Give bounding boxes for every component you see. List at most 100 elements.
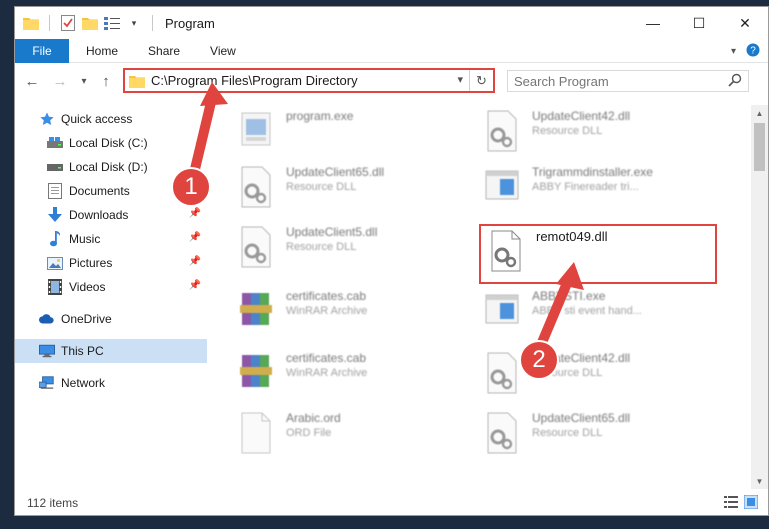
file-name: certificates.cab [286,289,367,303]
archive-icon [236,289,276,333]
file-item[interactable]: Trigrammdinstaller.exe ABBY Finereader tr… [482,165,722,217]
address-bar[interactable]: C:\Program Files\Program Directory ▾ ↻ [123,68,495,93]
file-name: ABBYSTI.exe [532,289,606,303]
window-title: Program [165,15,215,31]
file-item[interactable]: UpdateClient42.dll Resource DLL [482,109,722,161]
search-input[interactable] [514,72,724,90]
download-icon [47,207,63,223]
navigation-bar: ← → ▾ ↑ C:\Program Files\Program Directo… [15,65,768,97]
file-name: UpdateClient42.dll [532,351,631,365]
minimize-button[interactable]: — [630,7,676,39]
file-name: UpdateClient5.dll [286,225,378,239]
recent-locations-icon[interactable]: ▾ [73,70,95,92]
scrollbar-thumb[interactable] [754,123,765,171]
sidebar-item-network[interactable]: Network [15,371,207,395]
file-item[interactable]: UpdateClient65.dll Resource DLL [482,411,722,463]
dll-icon [236,165,276,209]
dll-icon [482,109,522,153]
dll-icon [482,351,522,395]
pictures-icon [47,255,63,271]
title-bar: ▾ Program — ☐ ✕ [15,7,768,39]
tab-file[interactable]: File [15,38,69,63]
file-item[interactable]: Arabic.ord ORD File [236,411,476,463]
file-name: remot049.dll [536,229,608,244]
file-name: certificates.cab [286,351,367,365]
close-button[interactable]: ✕ [722,7,768,39]
cloud-icon [39,311,55,327]
properties-icon[interactable] [60,15,76,31]
exe-icon [236,109,276,153]
sidebar-item-videos[interactable]: Videos 📌 [15,275,207,299]
sidebar-item-local-disk-c[interactable]: Local Disk (C:) [15,131,207,155]
pin-icon[interactable]: 📌 [189,208,201,219]
arrow-left-icon[interactable]: ← [21,70,43,92]
videos-icon [47,279,63,295]
sidebar-item-quick-access[interactable]: Quick access [15,107,207,131]
arrow-right-icon[interactable]: → [49,70,71,92]
sidebar-item-label: This PC [61,344,104,358]
expand-ribbon-icon[interactable]: ▾ [731,46,736,57]
sidebar-item-label: Music [69,232,101,246]
item-count: 112 items [27,496,79,510]
status-bar: 112 items [15,491,768,515]
chevron-down-icon[interactable]: ▾ [457,73,463,86]
tab-view[interactable]: View [195,44,251,58]
file-item-remot049-dll[interactable]: remot049.dll [486,229,726,281]
sidebar-item-documents[interactable]: Documents [15,179,207,203]
file-item[interactable]: certificates.cab WinRAR Archive [236,351,476,403]
dll-icon [486,229,526,273]
vertical-scrollbar[interactable]: ▲ ▼ [751,105,768,489]
dll-icon [236,225,276,269]
file-item[interactable]: UpdateClient65.dll Resource DLL [236,165,476,217]
sidebar-item-onedrive[interactable]: OneDrive [15,307,207,331]
view-options-icon[interactable] [104,15,120,31]
file-item[interactable]: UpdateClient42.dll Resource DLL [482,351,722,403]
sidebar-item-label: OneDrive [61,312,112,326]
scroll-up-icon[interactable]: ▲ [751,105,768,121]
sidebar-item-music[interactable]: Music 📌 [15,227,207,251]
pin-icon[interactable]: 📌 [189,232,201,243]
navigation-pane: Quick access Local Disk (C:) Local Disk … [15,105,211,489]
file-description: ABBY Finereader tri... [532,181,639,193]
pin-icon[interactable]: 📌 [189,280,201,291]
file-item[interactable]: ABBYSTI.exe ABBY sti event hand... [482,289,722,341]
network-icon [39,375,55,391]
file-description: WinRAR Archive [286,305,368,317]
app-icon [482,165,522,209]
file-description: Resource DLL [286,241,357,253]
new-folder-icon[interactable] [82,15,98,31]
search-icon[interactable] [728,73,742,90]
details-view-icon[interactable] [724,495,738,512]
tab-home[interactable]: Home [71,44,133,58]
file-description: WinRAR Archive [286,367,368,379]
arrow-up-icon[interactable]: ↑ [95,70,117,92]
ribbon-tabs: File Home Share View ▾ ? [15,38,768,63]
sidebar-item-this-pc[interactable]: This PC [15,339,207,363]
sidebar-item-local-disk-d[interactable]: Local Disk (D:) [15,155,207,179]
file-item[interactable]: program.exe [236,109,476,161]
file-explorer-window: ▾ Program — ☐ ✕ File Home Share View ▾ ?… [14,6,769,516]
svg-text:?: ? [750,46,756,57]
scroll-down-icon[interactable]: ▼ [751,473,768,489]
maximize-button[interactable]: ☐ [676,7,722,39]
sidebar-item-downloads[interactable]: Downloads 📌 [15,203,207,227]
search-box[interactable] [507,70,749,92]
sidebar-item-label: Local Disk (D:) [69,160,148,174]
folder-icon [23,15,39,31]
window-controls: — ☐ ✕ [630,7,768,39]
customize-toolbar-icon[interactable]: ▾ [126,15,142,31]
address-path[interactable]: C:\Program Files\Program Directory [151,73,358,88]
tiles-view-icon[interactable] [743,494,759,512]
sidebar-item-label: Local Disk (C:) [69,136,148,150]
help-icon[interactable]: ? [746,43,760,60]
pin-icon[interactable]: 📌 [189,256,201,267]
tab-share[interactable]: Share [133,44,195,58]
sidebar-item-label: Quick access [61,112,133,126]
file-description: Resource DLL [532,125,603,137]
file-description: ABBY sti event hand... [532,305,642,317]
file-item[interactable]: UpdateClient5.dll Resource DLL [236,225,476,277]
drive-icon [47,135,63,151]
sidebar-item-pictures[interactable]: Pictures 📌 [15,251,207,275]
refresh-icon[interactable]: ↻ [469,70,493,91]
file-item[interactable]: certificates.cab WinRAR Archive [236,289,476,341]
